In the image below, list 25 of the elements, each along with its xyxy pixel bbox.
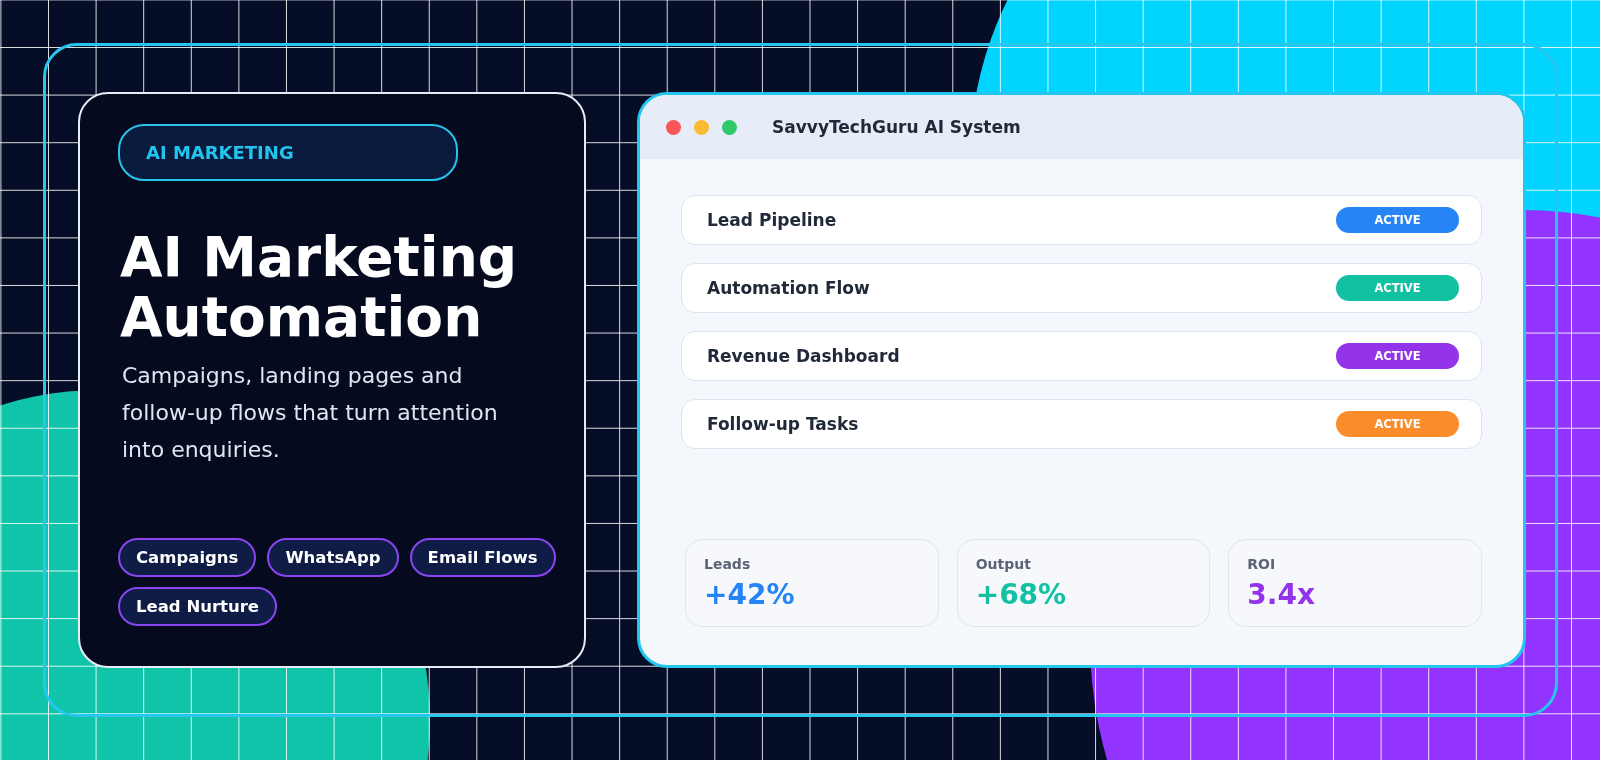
stat-value: +68% xyxy=(975,578,1068,611)
category-badge: AI MARKETING xyxy=(118,124,458,181)
stat-label: Leads xyxy=(704,556,752,572)
feature-tag: Lead Nurture xyxy=(118,587,278,626)
module-name: Follow-up Tasks xyxy=(707,414,859,434)
hero-title: AI Marketing Automation xyxy=(120,227,519,347)
stat-value: +42% xyxy=(704,578,796,611)
hero-subtitle: Campaigns, landing pages and follow-up flows that turn attention into enquiries. xyxy=(122,362,499,464)
close-dot-icon[interactable] xyxy=(666,119,681,135)
stat-value: 3.4x xyxy=(1247,578,1316,611)
stat-label: ROI xyxy=(1247,556,1277,572)
status-pill: ACTIVE xyxy=(1336,411,1459,437)
minimize-dot-icon[interactable] xyxy=(694,119,709,135)
status-pill: ACTIVE xyxy=(1336,275,1459,301)
status-pill: ACTIVE xyxy=(1336,207,1459,233)
maximize-dot-icon[interactable] xyxy=(722,119,737,135)
window-title: SavvyTechGuru AI System xyxy=(772,117,1021,137)
module-name: Lead Pipeline xyxy=(707,210,837,230)
status-pill: ACTIVE xyxy=(1336,343,1459,369)
module-name: Revenue Dashboard xyxy=(707,346,900,366)
feature-tag: Campaigns xyxy=(118,538,257,577)
feature-tag: WhatsApp xyxy=(267,538,399,577)
stat-label: Output xyxy=(975,556,1032,572)
feature-tag: Email Flows xyxy=(409,538,556,577)
module-name: Automation Flow xyxy=(707,278,870,298)
